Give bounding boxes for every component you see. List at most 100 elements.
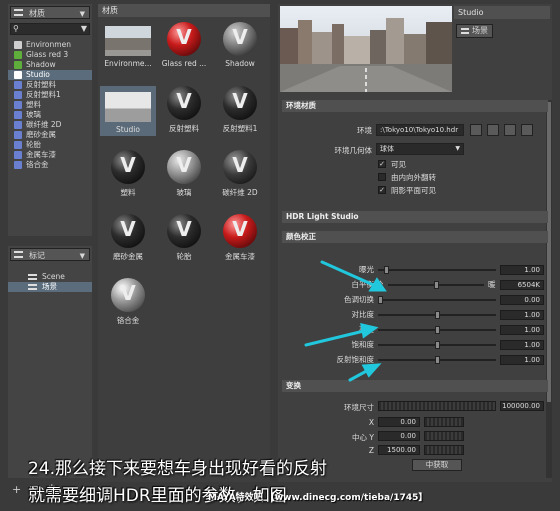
- color-param-value[interactable]: 1.00: [500, 310, 544, 320]
- material-thumbnail[interactable]: V Shadow: [212, 22, 268, 68]
- color-param-value[interactable]: 1.00: [500, 325, 544, 335]
- panel-splitter[interactable]: [8, 238, 92, 242]
- preview-name-bar: Studio: [454, 6, 550, 19]
- z-value[interactable]: 1500.00: [378, 445, 420, 455]
- material-thumbnail-label: Shadow: [225, 59, 255, 68]
- material-thumbnail[interactable]: V 反射塑料: [156, 86, 212, 134]
- material-swatch-icon: [14, 101, 22, 109]
- material-thumbnail[interactable]: Environme...: [100, 22, 156, 68]
- x-slider[interactable]: [424, 417, 464, 427]
- slider-handle[interactable]: [435, 326, 440, 334]
- save-icon[interactable]: [487, 124, 499, 136]
- color-param-slider[interactable]: [378, 341, 496, 349]
- chevron-down-icon: ▼: [79, 10, 85, 18]
- material-thumbnail[interactable]: V 碳纤维 2D: [212, 150, 268, 198]
- color-param-slider[interactable]: [378, 326, 496, 334]
- tree-item[interactable]: 反射塑料1: [8, 90, 92, 100]
- color-param-value[interactable]: 6504K: [500, 280, 544, 290]
- material-thumbnail-label: Environme...: [104, 59, 152, 68]
- tree-item-label: Studio: [26, 70, 50, 79]
- material-thumbnail[interactable]: V 玻璃: [156, 150, 212, 198]
- tree-item[interactable]: 铬合金: [8, 160, 92, 170]
- color-param-slider[interactable]: [378, 356, 496, 364]
- material-thumbnail[interactable]: V 磨砂金属: [100, 214, 156, 262]
- scene-tree-item[interactable]: Scene: [8, 272, 92, 282]
- material-thumbnail[interactable]: V Glass red ...: [156, 22, 212, 68]
- tree-item[interactable]: Studio: [8, 70, 92, 80]
- checkbox[interactable]: ✓: [378, 160, 386, 168]
- env-path-field[interactable]: :\Tokyo10\Tokyo10.hdr: [376, 124, 464, 136]
- slider-handle[interactable]: [435, 341, 440, 349]
- color-param-value[interactable]: 1.00: [500, 355, 544, 365]
- tree-item[interactable]: 塑料: [8, 100, 92, 110]
- center-y-slider[interactable]: [424, 431, 464, 441]
- material-thumbnail[interactable]: V 铬合金: [100, 278, 156, 326]
- section-hdr-light-studio[interactable]: HDR Light Studio: [282, 211, 548, 223]
- section-env-material[interactable]: 环境材质: [282, 100, 548, 112]
- section-color-correction[interactable]: 颜色校正: [282, 231, 548, 243]
- search-input[interactable]: ⚲ ▼: [10, 23, 90, 35]
- material-tree-panel: 材质 ▼ ⚲ ▼ Environmen Glass red 3 Shadow Stud…: [8, 4, 92, 236]
- refresh-icon[interactable]: [504, 124, 516, 136]
- vertical-scrollbar[interactable]: [546, 100, 552, 478]
- material-thumbnail[interactable]: V 反射塑料1: [212, 86, 268, 134]
- material-thumbnail[interactable]: V 金属车漆: [212, 214, 268, 262]
- color-param-slider[interactable]: [378, 311, 496, 319]
- tree-item[interactable]: 反射塑料: [8, 80, 92, 90]
- tree-item-label: 塑料: [26, 100, 41, 109]
- section-env-material-title: 环境材质: [286, 101, 316, 110]
- z-slider[interactable]: [424, 445, 464, 455]
- marker-dropdown[interactable]: 标记 ▼: [10, 248, 90, 261]
- tree-item[interactable]: 磨砂金属: [8, 130, 92, 140]
- color-param-label: 反射饱和度: [336, 355, 375, 364]
- material-dropdown[interactable]: 材质 ▼: [10, 6, 90, 19]
- folder-open-icon[interactable]: [470, 124, 482, 136]
- tree-item[interactable]: Shadow: [8, 60, 92, 70]
- section-transform[interactable]: 变换: [282, 380, 548, 392]
- material-thumbnail[interactable]: V 轮胎: [156, 214, 212, 262]
- material-thumbnail-label: 塑料: [120, 188, 136, 197]
- add-icon[interactable]: +: [12, 483, 21, 496]
- tree-item[interactable]: Environmen: [8, 40, 92, 50]
- scene-tag[interactable]: 场景: [456, 24, 493, 38]
- filter-icon[interactable]: ▼: [81, 24, 87, 33]
- color-param-slider[interactable]: [388, 281, 484, 289]
- get-center-button[interactable]: 中获取: [412, 459, 462, 471]
- color-param-slider[interactable]: [378, 296, 496, 304]
- scene-tag-label: 场景: [472, 26, 488, 35]
- tree-item[interactable]: 玻璃: [8, 110, 92, 120]
- edit-icon[interactable]: [521, 124, 533, 136]
- tree-item[interactable]: 金属车漆: [8, 150, 92, 160]
- color-param-value[interactable]: 0.00: [500, 295, 544, 305]
- slider-handle[interactable]: [384, 266, 389, 274]
- material-swatch-icon: [14, 51, 22, 59]
- checkbox[interactable]: [378, 173, 386, 181]
- checkbox[interactable]: ✓: [378, 186, 386, 194]
- tree-item[interactable]: 轮胎: [8, 140, 92, 150]
- center-y-value[interactable]: 0.00: [378, 431, 420, 441]
- scrollbar-thumb[interactable]: [547, 102, 551, 402]
- preview-name: Studio: [458, 8, 484, 17]
- tree-item[interactable]: 碳纤维 2D: [8, 120, 92, 130]
- material-thumbnail[interactable]: Studio: [100, 86, 156, 136]
- x-value[interactable]: 0.00: [378, 417, 420, 427]
- logo-icon: V: [120, 217, 136, 241]
- color-param-value[interactable]: 1.00: [500, 340, 544, 350]
- color-param-value[interactable]: 1.00: [500, 265, 544, 275]
- scene-tree-item[interactable]: 场景: [8, 282, 92, 292]
- tree-item[interactable]: Glass red 3: [8, 50, 92, 60]
- slider-handle[interactable]: [435, 356, 440, 364]
- watermark: MAYA特效吧 【www.dinecg.com/tieba/1745】: [208, 493, 428, 503]
- color-param-slider[interactable]: [378, 266, 496, 274]
- env-geometry-select[interactable]: 球体 ▼: [376, 143, 464, 155]
- env-size-slider[interactable]: [378, 401, 496, 411]
- material-thumbnail[interactable]: V 塑料: [100, 150, 156, 198]
- material-swatch-icon: [14, 131, 22, 139]
- material-preview-icon: V: [167, 150, 201, 184]
- tree-item-label: 碳纤维 2D: [26, 120, 62, 129]
- material-swatch-icon: [14, 141, 22, 149]
- env-size-value[interactable]: 100000.00: [500, 401, 544, 411]
- slider-handle[interactable]: [378, 296, 383, 304]
- slider-handle[interactable]: [435, 311, 440, 319]
- slider-handle[interactable]: [434, 281, 439, 289]
